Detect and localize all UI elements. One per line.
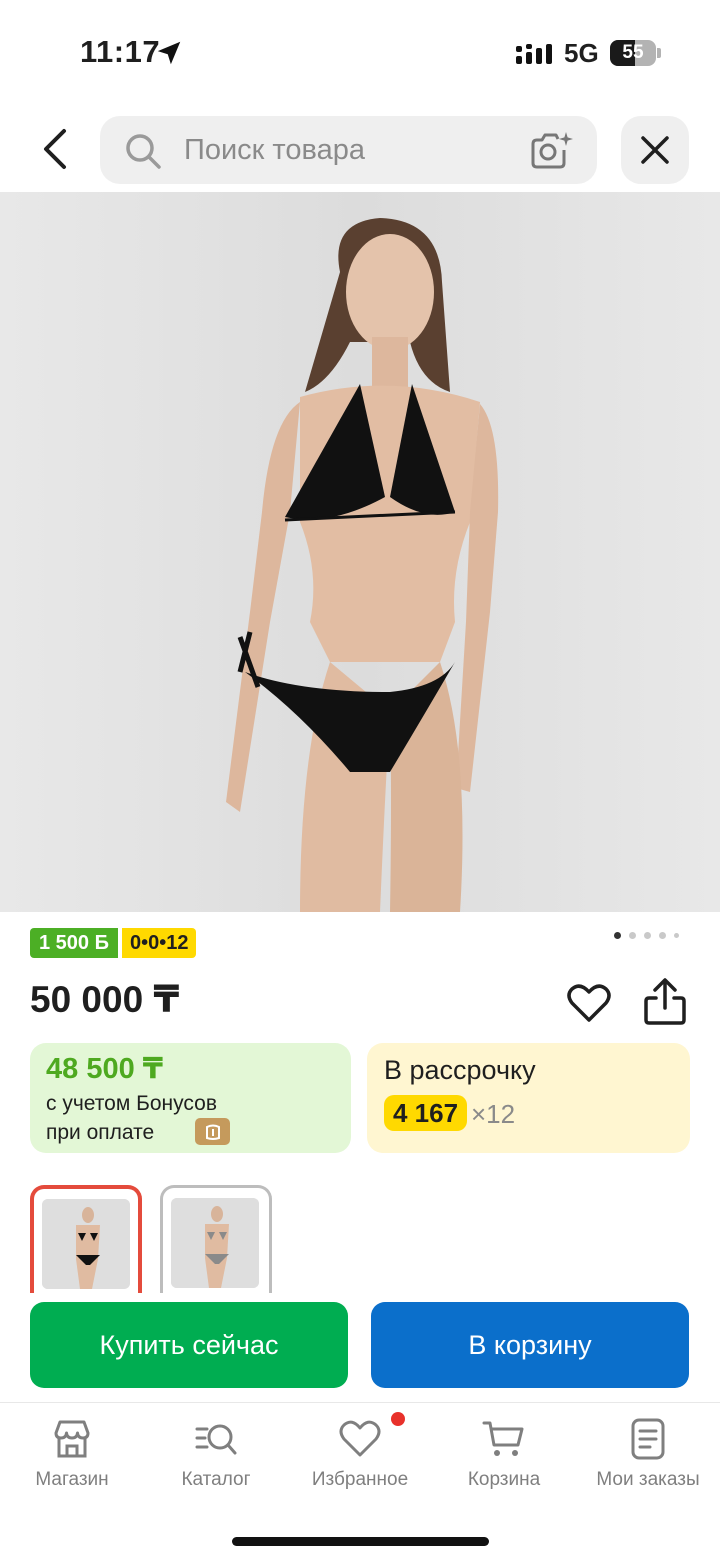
close-icon: [641, 136, 669, 164]
pagination-dot: [629, 932, 636, 939]
heart-icon[interactable]: [566, 980, 612, 1026]
battery-cap: [657, 48, 661, 58]
nav-label: Мои заказы: [596, 1469, 700, 1490]
orders-icon: [631, 1418, 665, 1460]
catalog-search-icon: [195, 1424, 237, 1455]
installment-title: В рассрочку: [384, 1055, 536, 1085]
gallery-pagination: [614, 932, 679, 939]
installment-card[interactable]: В рассрочку 4 167 ×12: [367, 1043, 690, 1153]
thumbnail-image: [171, 1198, 259, 1288]
battery-level: 55: [622, 42, 644, 63]
bonus-price-card[interactable]: 48 500 ₸ с учетом Бонусов при оплате: [30, 1043, 351, 1153]
nav-label: Каталог: [181, 1469, 251, 1490]
battery-icon: 55: [610, 40, 656, 66]
variant-thumbnail-grey[interactable]: [160, 1185, 272, 1293]
installment-badge: 0•0•12: [121, 928, 197, 958]
thumbnail-image: [42, 1199, 130, 1289]
heart-icon: [339, 1420, 381, 1457]
camera-sparkle-icon[interactable]: [528, 130, 574, 172]
nav-label: Магазин: [35, 1469, 109, 1490]
close-button[interactable]: [621, 116, 689, 184]
nav-item-favorites[interactable]: Избранное: [288, 1417, 432, 1497]
status-bar: 11:17 5G 55: [0, 0, 720, 100]
nav-item-store[interactable]: Магазин: [0, 1417, 144, 1497]
bonus-badge: 1 500 Б: [30, 928, 118, 958]
back-button[interactable]: [30, 124, 80, 174]
search-bar[interactable]: [100, 116, 597, 184]
search-icon: [126, 134, 161, 169]
cart-icon: [482, 1421, 524, 1456]
share-icon[interactable]: [642, 976, 688, 1026]
buy-now-button[interactable]: Купить сейчас: [30, 1302, 348, 1388]
bonus-caption-line1: с учетом Бонусов: [46, 1092, 217, 1115]
promo-badges: 1 500 Б 0•0•12: [30, 928, 197, 958]
nav-item-catalog[interactable]: Каталог: [144, 1417, 288, 1497]
product-model-illustration: [0, 192, 720, 912]
pagination-dot: [614, 932, 621, 939]
bonus-caption-line2: при оплате: [46, 1121, 155, 1144]
pagination-dot: [659, 932, 666, 939]
location-arrow-icon: [157, 41, 181, 65]
add-to-cart-button[interactable]: В корзину: [371, 1302, 689, 1388]
home-indicator[interactable]: [232, 1537, 489, 1546]
installment-months: ×12: [471, 1099, 516, 1129]
store-icon: [54, 1420, 90, 1458]
installment-monthly: 4 167: [384, 1095, 468, 1131]
status-time: 11:17: [80, 34, 161, 69]
product-photo[interactable]: [0, 192, 720, 912]
chevron-left-icon: [44, 129, 66, 169]
nav-label: Избранное: [311, 1469, 409, 1490]
product-price: 50 000 ₸: [30, 979, 180, 1020]
bonus-price: 48 500 ₸: [46, 1053, 163, 1085]
nav-item-cart[interactable]: Корзина: [432, 1417, 576, 1497]
favorites-notification-dot: [391, 1412, 405, 1426]
nav-label: Корзина: [467, 1469, 541, 1490]
nav-item-orders[interactable]: Мои заказы: [576, 1417, 720, 1497]
signal-icon: [516, 44, 552, 64]
wallet-icon: [195, 1118, 230, 1145]
pagination-dot: [644, 932, 651, 939]
search-input[interactable]: [184, 130, 514, 170]
search-header: [0, 112, 720, 190]
network-type: 5G: [564, 38, 599, 68]
variant-thumbnail-black[interactable]: [30, 1185, 142, 1293]
pagination-dot: [674, 933, 679, 938]
